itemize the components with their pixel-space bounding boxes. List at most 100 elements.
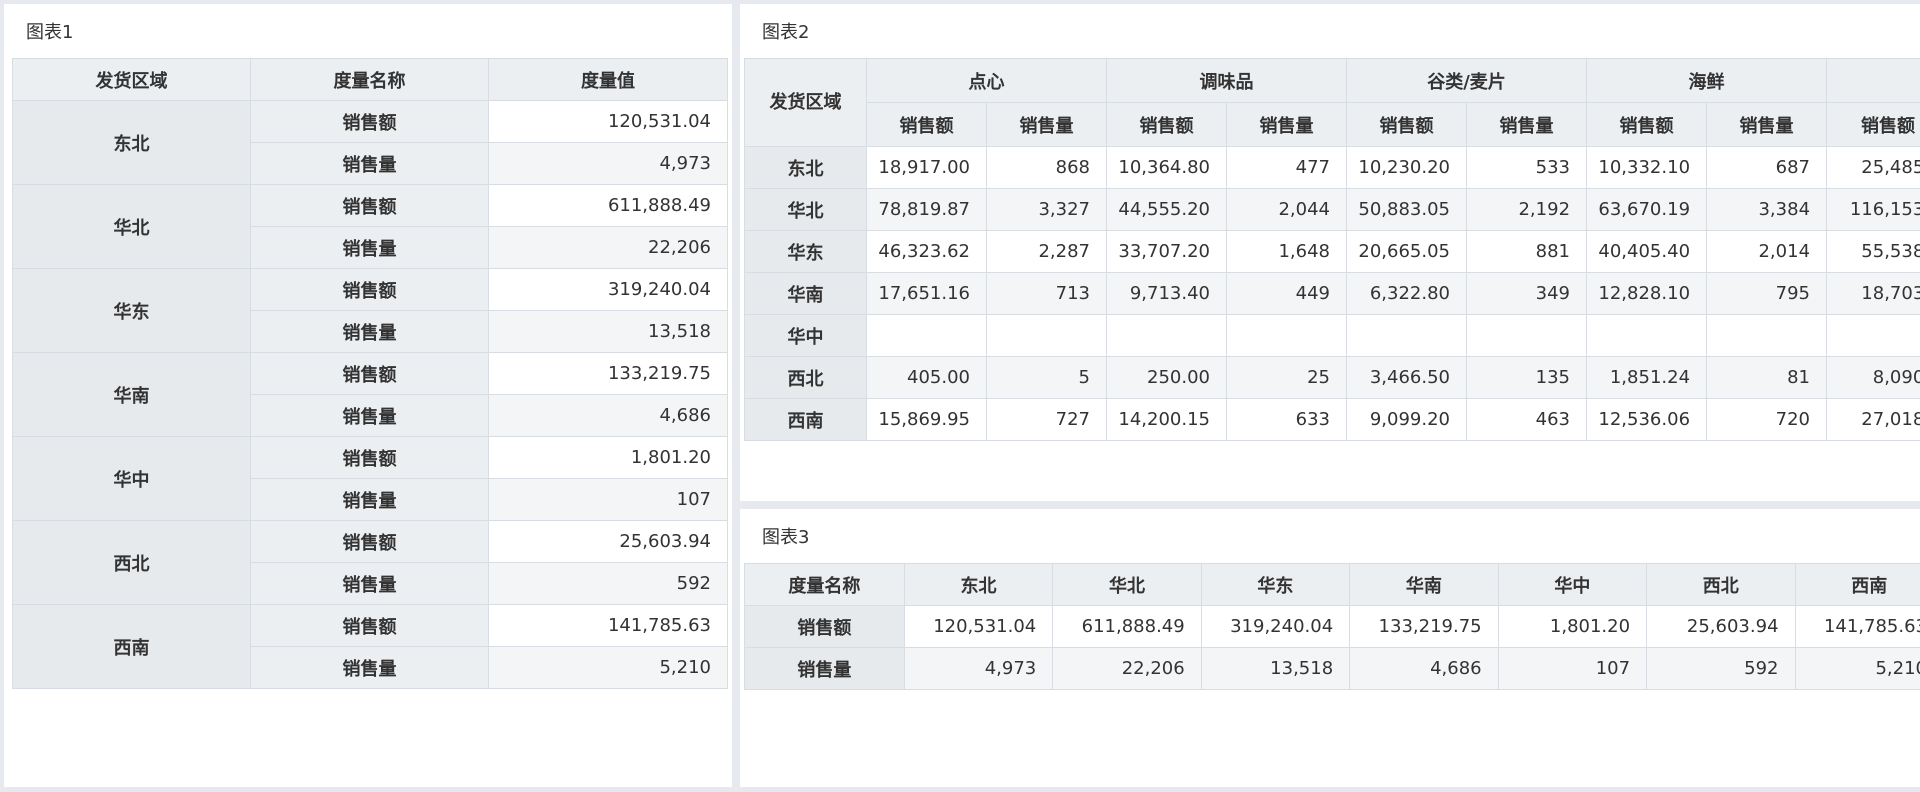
header-measure-name[interactable]: 度量名称 bbox=[250, 58, 489, 101]
measure-name-cell[interactable]: 销售额 bbox=[250, 520, 489, 563]
value-cell[interactable]: 10,332.10 bbox=[1586, 146, 1708, 189]
value-cell[interactable]: 33,707.20 bbox=[1106, 230, 1227, 273]
value-cell[interactable]: 13,518 bbox=[1200, 647, 1351, 690]
measure-name-cell[interactable]: 销售量 bbox=[250, 226, 489, 269]
header-measure-name[interactable]: 度量名称 bbox=[744, 563, 905, 606]
value-cell[interactable]: 727 bbox=[986, 398, 1107, 441]
region-cell[interactable]: 华中 bbox=[12, 436, 251, 521]
value-cell[interactable]: 14,200.15 bbox=[1106, 398, 1227, 441]
value-cell[interactable]: 50,883.05 bbox=[1346, 188, 1467, 231]
value-cell[interactable]: 116,153. bbox=[1826, 188, 1920, 231]
value-cell[interactable] bbox=[1826, 314, 1920, 357]
header-measure[interactable]: 销售量 bbox=[1226, 102, 1347, 147]
value-cell[interactable]: 40,405.40 bbox=[1586, 230, 1708, 273]
value-cell[interactable]: 9,713.40 bbox=[1106, 272, 1227, 315]
value-cell[interactable]: 46,323.62 bbox=[866, 230, 987, 273]
header-measure[interactable]: 销售量 bbox=[1706, 102, 1828, 147]
measure-name-cell[interactable]: 销售额 bbox=[250, 184, 489, 227]
header-region[interactable]: 华北 bbox=[1052, 563, 1202, 606]
measure-name-cell[interactable]: 销售额 bbox=[250, 604, 489, 647]
value-cell[interactable]: 2,287 bbox=[986, 230, 1107, 273]
measure-name-cell[interactable]: 销售量 bbox=[250, 478, 489, 521]
measure-name-cell[interactable]: 销售额 bbox=[744, 605, 905, 648]
value-cell[interactable]: 27,018. bbox=[1826, 398, 1920, 441]
header-measure[interactable]: 销售额 bbox=[1586, 102, 1708, 147]
region-cell[interactable]: 华东 bbox=[12, 268, 251, 353]
measure-value-cell[interactable]: 319,240.04 bbox=[488, 268, 728, 311]
header-region[interactable]: 发货区域 bbox=[744, 58, 867, 147]
measure-value-cell[interactable]: 22,206 bbox=[488, 226, 728, 269]
value-cell[interactable]: 4,686 bbox=[1349, 647, 1499, 690]
measure-value-cell[interactable]: 141,785.63 bbox=[488, 604, 728, 647]
value-cell[interactable]: 592 bbox=[1646, 647, 1796, 690]
measure-name-cell[interactable]: 销售量 bbox=[250, 142, 489, 185]
header-measure[interactable]: 销售额 bbox=[1106, 102, 1227, 147]
value-cell[interactable]: 713 bbox=[986, 272, 1107, 315]
value-cell[interactable]: 477 bbox=[1226, 146, 1347, 189]
value-cell[interactable] bbox=[1106, 314, 1227, 357]
value-cell[interactable]: 2,044 bbox=[1226, 188, 1347, 231]
value-cell[interactable]: 5,210 bbox=[1794, 647, 1920, 690]
value-cell[interactable]: 881 bbox=[1465, 230, 1588, 273]
region-cell[interactable]: 东北 bbox=[12, 100, 251, 185]
value-cell[interactable]: 133,219.75 bbox=[1349, 605, 1499, 648]
value-cell[interactable]: 720 bbox=[1706, 398, 1828, 441]
value-cell[interactable]: 533 bbox=[1465, 146, 1588, 189]
region-cell[interactable]: 东北 bbox=[744, 146, 867, 189]
value-cell[interactable]: 5 bbox=[986, 356, 1107, 399]
measure-name-cell[interactable]: 销售量 bbox=[250, 394, 489, 437]
value-cell[interactable]: 10,230.20 bbox=[1346, 146, 1467, 189]
value-cell[interactable]: 141,785.63 bbox=[1794, 605, 1920, 648]
region-cell[interactable]: 西北 bbox=[12, 520, 251, 605]
header-region[interactable]: 华南 bbox=[1349, 563, 1499, 606]
header-measure[interactable]: 销售额 bbox=[866, 102, 987, 147]
value-cell[interactable]: 2,192 bbox=[1465, 188, 1588, 231]
value-cell[interactable]: 4,973 bbox=[903, 647, 1054, 690]
value-cell[interactable]: 3,327 bbox=[986, 188, 1107, 231]
header-category[interactable]: 点心 bbox=[866, 58, 1107, 103]
header-measure[interactable]: 销售额 bbox=[1346, 102, 1467, 147]
header-measure[interactable]: 销售量 bbox=[1465, 102, 1588, 147]
measure-name-cell[interactable]: 销售额 bbox=[250, 100, 489, 143]
value-cell[interactable]: 633 bbox=[1226, 398, 1347, 441]
value-cell[interactable] bbox=[1226, 314, 1347, 357]
value-cell[interactable]: 44,555.20 bbox=[1106, 188, 1227, 231]
measure-value-cell[interactable]: 25,603.94 bbox=[488, 520, 728, 563]
value-cell[interactable]: 250.00 bbox=[1106, 356, 1227, 399]
value-cell[interactable]: 349 bbox=[1465, 272, 1588, 315]
value-cell[interactable]: 22,206 bbox=[1052, 647, 1202, 690]
region-cell[interactable]: 西南 bbox=[744, 398, 867, 441]
header-region[interactable]: 西北 bbox=[1646, 563, 1796, 606]
value-cell[interactable]: 12,536.06 bbox=[1586, 398, 1708, 441]
value-cell[interactable]: 18,917.00 bbox=[866, 146, 987, 189]
value-cell[interactable]: 25 bbox=[1226, 356, 1347, 399]
measure-value-cell[interactable]: 1,801.20 bbox=[488, 436, 728, 479]
value-cell[interactable]: 9,099.20 bbox=[1346, 398, 1467, 441]
value-cell[interactable]: 12,828.10 bbox=[1586, 272, 1708, 315]
value-cell[interactable]: 449 bbox=[1226, 272, 1347, 315]
measure-name-cell[interactable]: 销售量 bbox=[250, 310, 489, 353]
measure-name-cell[interactable]: 销售额 bbox=[250, 268, 489, 311]
value-cell[interactable]: 3,466.50 bbox=[1346, 356, 1467, 399]
measure-value-cell[interactable]: 4,686 bbox=[488, 394, 728, 437]
measure-value-cell[interactable]: 120,531.04 bbox=[488, 100, 728, 143]
value-cell[interactable] bbox=[1346, 314, 1467, 357]
value-cell[interactable]: 1,648 bbox=[1226, 230, 1347, 273]
value-cell[interactable] bbox=[1465, 314, 1588, 357]
region-cell[interactable]: 华南 bbox=[744, 272, 867, 315]
value-cell[interactable]: 319,240.04 bbox=[1200, 605, 1351, 648]
value-cell[interactable]: 2,014 bbox=[1706, 230, 1828, 273]
value-cell[interactable]: 25,603.94 bbox=[1646, 605, 1796, 648]
region-cell[interactable]: 华北 bbox=[744, 188, 867, 231]
value-cell[interactable]: 3,384 bbox=[1706, 188, 1828, 231]
value-cell[interactable]: 20,665.05 bbox=[1346, 230, 1467, 273]
value-cell[interactable]: 78,819.87 bbox=[866, 188, 987, 231]
header-region[interactable]: 发货区域 bbox=[12, 58, 251, 101]
value-cell[interactable] bbox=[866, 314, 987, 357]
measure-name-cell[interactable]: 销售量 bbox=[250, 646, 489, 689]
value-cell[interactable]: 10,364.80 bbox=[1106, 146, 1227, 189]
header-region[interactable]: 华东 bbox=[1200, 563, 1351, 606]
value-cell[interactable]: 611,888.49 bbox=[1052, 605, 1202, 648]
value-cell[interactable]: 18,703. bbox=[1826, 272, 1920, 315]
header-region[interactable]: 西南 bbox=[1794, 563, 1920, 606]
